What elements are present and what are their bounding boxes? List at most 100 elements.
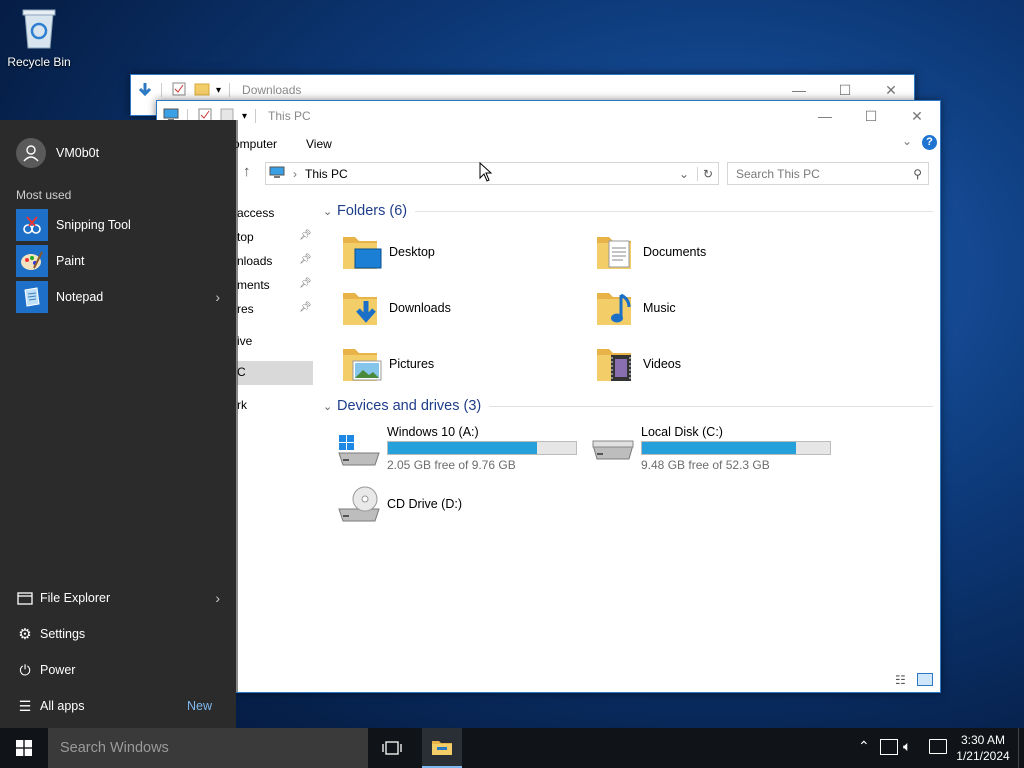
desktop-folder-icon [343, 237, 382, 269]
breadcrumb[interactable]: This PC [305, 167, 348, 181]
action-center-icon[interactable] [929, 739, 947, 754]
mouse-cursor-icon [479, 162, 493, 182]
drive-usage-fill [388, 442, 537, 454]
start-button[interactable] [0, 728, 48, 768]
all-apps-list-icon: ☰ [18, 697, 32, 714]
nav-item-documents[interactable]: ments [237, 278, 270, 292]
folder-item-documents[interactable]: Documents [595, 231, 706, 273]
start-file-explorer[interactable]: File Explorer › [16, 583, 220, 613]
quick-access-dropdown-icon[interactable]: ▾ [242, 111, 247, 122]
pin-icon: 📌︎ [299, 278, 312, 289]
clock-time: 3:30 AM [960, 733, 1006, 747]
up-arrow-icon[interactable]: ↑ [243, 163, 251, 180]
nav-item-onedrive[interactable]: ive [237, 334, 252, 348]
drive-free-space: 2.05 GB free of 9.76 GB [387, 458, 516, 472]
folder-item-videos[interactable]: Videos [595, 343, 681, 385]
start-settings[interactable]: ⚙ Settings [16, 619, 85, 649]
taskbar-search-input[interactable]: Search Windows [48, 728, 368, 768]
folder-name: Downloads [389, 301, 451, 315]
start-power[interactable]: ⏻ Power [16, 655, 75, 685]
user-avatar-icon [16, 138, 46, 168]
quick-access-dropdown-icon[interactable]: ▾ [216, 85, 221, 96]
address-dropdown-icon[interactable]: ⌄ [679, 167, 697, 181]
file-explorer-label: File Explorer [40, 591, 111, 605]
show-hidden-icons-chevron-icon[interactable]: ⌃ [858, 738, 870, 755]
folders-section-header[interactable]: ⌄ Folders (6) [323, 203, 933, 219]
computer-icon [269, 166, 285, 182]
tab-computer[interactable]: omputer [233, 137, 277, 151]
nav-item-downloads[interactable]: nloads [237, 254, 272, 268]
drive-usage-bar [641, 441, 831, 455]
refresh-icon[interactable]: ↻ [697, 166, 718, 181]
all-apps-label: All apps [40, 699, 85, 713]
music-folder-icon [597, 293, 631, 325]
taskbar-search-placeholder: Search Windows [60, 740, 169, 756]
nav-item-pictures[interactable]: res [237, 302, 254, 316]
this-pc-window[interactable]: ▾ This PC — ☐ ✕ omputer View ⌄ ? ↑ › Thi… [156, 100, 941, 693]
folder-icon [432, 741, 452, 755]
notepad-icon [16, 281, 48, 313]
user-name: VM0b0t [56, 146, 100, 160]
properties-icon[interactable] [172, 82, 188, 98]
close-button[interactable]: ✕ [894, 101, 940, 131]
ribbon-expand-icon[interactable]: ⌄ [902, 134, 912, 148]
jump-list-chevron-icon[interactable]: › [215, 289, 220, 305]
drive-name: Local Disk (C:) [641, 425, 723, 439]
nav-item-this-pc-selected[interactable]: C [237, 361, 313, 385]
nav-item-network[interactable]: rk [237, 398, 247, 412]
app-label: Notepad [56, 290, 104, 304]
section-divider [415, 210, 933, 212]
drives-section-header[interactable]: ⌄ Devices and drives (3) [323, 398, 933, 414]
windows-logo-icon [16, 740, 32, 756]
clock-date: 1/21/2024 [956, 749, 1010, 763]
large-icons-view-icon[interactable] [917, 673, 933, 686]
drive-item-a[interactable]: Windows 10 (A:) 2.05 GB free of 9.76 GB [337, 425, 577, 473]
clock[interactable]: 3:30 AM 1/21/2024 [952, 732, 1014, 764]
breadcrumb-chevron-icon: › [293, 166, 297, 181]
folder-item-desktop[interactable]: Desktop [341, 231, 435, 273]
drive-name: CD Drive (D:) [387, 497, 462, 511]
show-desktop-button[interactable] [1018, 728, 1024, 768]
nav-item-quick-access[interactable]: access [237, 206, 274, 220]
taskbar: Search Windows ⌃ 🔈︎ 3:30 AM 1/21/2024 [0, 728, 1024, 768]
settings-label: Settings [40, 627, 86, 641]
task-view-button[interactable] [372, 728, 412, 768]
folder-name: Videos [643, 357, 681, 371]
start-app-snipping-tool[interactable]: Snipping Tool [16, 209, 131, 241]
recycle-bin[interactable]: Recycle Bin [4, 6, 74, 69]
search-box[interactable]: Search This PC ⚲ [727, 162, 929, 185]
section-collapse-icon[interactable]: ⌄ [323, 400, 337, 413]
start-app-notepad[interactable]: Notepad › [16, 281, 220, 313]
start-app-paint[interactable]: Paint [16, 245, 85, 277]
power-label: Power [40, 663, 76, 677]
network-icon[interactable] [880, 739, 898, 755]
drive-item-d[interactable]: CD Drive (D:) [337, 485, 577, 525]
maximize-button[interactable]: ☐ [848, 101, 894, 131]
drive-item-c[interactable]: Local Disk (C:) 9.48 GB free of 52.3 GB [591, 425, 831, 473]
help-icon[interactable]: ? [922, 135, 937, 150]
folder-item-music[interactable]: Music [595, 287, 676, 329]
start-all-apps[interactable]: ☰ All apps New [16, 691, 212, 721]
volume-muted-icon[interactable]: 🔈︎ [903, 738, 911, 755]
folder-item-pictures[interactable]: Pictures [341, 343, 434, 385]
section-collapse-icon[interactable]: ⌄ [323, 205, 337, 218]
folder-item-downloads[interactable]: Downloads [341, 287, 451, 329]
nav-item-desktop[interactable]: top [237, 230, 254, 244]
folder-name: Pictures [389, 357, 435, 371]
power-icon: ⏻ [19, 661, 31, 678]
section-divider [489, 405, 933, 407]
details-view-icon[interactable]: ☷ [895, 673, 906, 687]
documents-folder-icon [597, 237, 631, 269]
minimize-button[interactable]: — [802, 101, 848, 131]
tab-view[interactable]: View [306, 137, 332, 151]
ribbon-tabs: omputer View ⌄ ? [157, 131, 938, 155]
search-input[interactable]: Search This PC [736, 167, 820, 181]
start-menu[interactable]: VM0b0t Most used Snipping Tool Paint Not… [0, 120, 236, 728]
new-folder-icon[interactable] [194, 82, 210, 98]
jump-list-chevron-icon[interactable]: › [215, 590, 220, 606]
app-label: Snipping Tool [56, 218, 131, 232]
user-account[interactable]: VM0b0t [16, 137, 99, 169]
nav-item-this-pc: C [237, 365, 246, 379]
taskbar-file-explorer[interactable] [422, 728, 462, 768]
this-pc-titlebar[interactable]: ▾ This PC — ☐ ✕ [157, 101, 940, 131]
